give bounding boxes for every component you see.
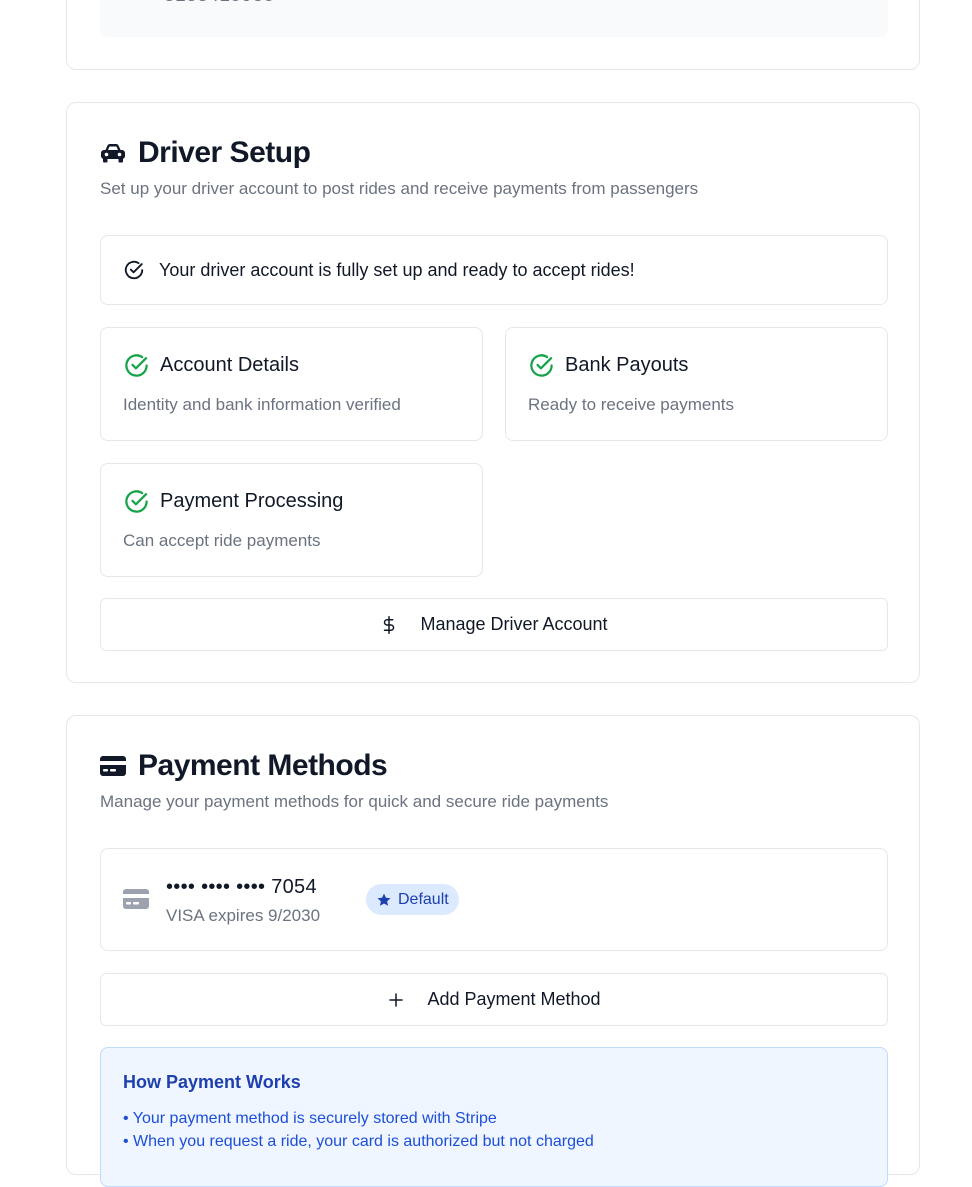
check-circle-icon xyxy=(123,259,145,281)
driver-setup-description: Set up your driver account to post rides… xyxy=(100,179,699,198)
status-description: Can accept ride payments xyxy=(123,531,321,550)
status-account-details: Account Details Identity and bank inform… xyxy=(100,327,483,441)
plus-icon xyxy=(387,991,405,1009)
check-circle-icon xyxy=(123,488,150,515)
info-list-item: When you request a ride, your card is au… xyxy=(123,1130,594,1153)
add-payment-method-label: Add Payment Method xyxy=(427,989,601,1009)
payment-methods-title: Payment Methods xyxy=(138,749,388,782)
driver-status-text: Your driver account is fully set up and … xyxy=(159,259,635,280)
payment-methods-header: Payment Methods xyxy=(100,749,388,783)
manage-driver-account-button[interactable]: Manage Driver Account xyxy=(100,598,888,651)
status-bank-payouts: Bank Payouts Ready to receive payments xyxy=(505,327,888,441)
dollar-icon xyxy=(380,614,398,636)
payment-method-item[interactable]: •••• •••• •••• 7054 VISA expires 9/2030 … xyxy=(100,848,888,951)
phone-value: 8138415935 xyxy=(164,0,275,7)
credit-card-icon xyxy=(100,755,126,777)
credit-card-icon xyxy=(123,888,149,915)
driver-setup-title: Driver Setup xyxy=(138,136,311,169)
payment-methods-card: Payment Methods Manage your payment meth… xyxy=(66,715,920,1187)
info-list: Your payment method is securely stored w… xyxy=(123,1107,594,1153)
car-icon xyxy=(100,142,126,164)
status-payment-processing: Payment Processing Can accept ride payme… xyxy=(100,463,483,577)
payment-methods-description: Manage your payment methods for quick an… xyxy=(100,792,609,811)
info-title: How Payment Works xyxy=(123,1072,301,1092)
phone-card: 8138415935 xyxy=(66,0,920,70)
card-expiry: VISA expires 9/2030 xyxy=(166,906,321,925)
driver-setup-card: Driver Setup Set up your driver account … xyxy=(66,102,920,683)
payment-info-box: How Payment Works Your payment method is… xyxy=(100,1047,888,1187)
default-badge-label: Default xyxy=(398,890,449,908)
status-title: Account Details xyxy=(160,354,299,376)
manage-driver-account-label: Manage Driver Account xyxy=(420,614,608,634)
info-list-item: Your payment method is securely stored w… xyxy=(123,1107,594,1130)
star-icon xyxy=(376,892,392,908)
card-number: •••• •••• •••• 7054 xyxy=(166,876,317,898)
driver-setup-header: Driver Setup xyxy=(100,136,311,170)
add-payment-method-button[interactable]: Add Payment Method xyxy=(100,973,888,1026)
check-circle-icon xyxy=(123,352,150,379)
default-badge: Default xyxy=(366,884,459,915)
status-description: Ready to receive payments xyxy=(528,395,734,414)
check-circle-icon xyxy=(528,352,555,379)
status-title: Payment Processing xyxy=(160,490,344,512)
status-description: Identity and bank information verified xyxy=(123,395,401,414)
phone-field: 8138415935 xyxy=(100,0,888,37)
status-title: Bank Payouts xyxy=(565,354,689,376)
driver-status-banner: Your driver account is fully set up and … xyxy=(100,235,888,305)
